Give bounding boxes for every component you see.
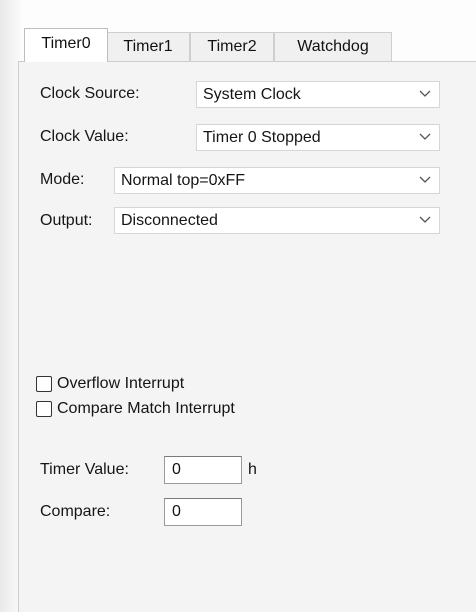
tab-timer2[interactable]: Timer2 — [190, 32, 274, 61]
mode-label: Mode: — [40, 171, 85, 188]
clock-value-label: Clock Value: — [40, 128, 129, 145]
compare-match-interrupt-label: Compare Match Interrupt — [57, 400, 235, 417]
tab-watchdog[interactable]: Watchdog — [274, 32, 392, 61]
tab-timer2-label: Timer2 — [207, 38, 257, 55]
chevron-down-icon — [419, 133, 431, 140]
timer-value-unit: h — [248, 461, 257, 478]
compare-text: 0 — [172, 503, 181, 520]
tab-timer1-label: Timer1 — [123, 38, 173, 55]
timer-config-window: Timer1 Timer2 Watchdog Timer0 Clock Sour… — [0, 0, 476, 612]
mode-value: Normal top=0xFF — [121, 172, 246, 189]
timer-value-input[interactable]: 0 — [164, 456, 242, 484]
chevron-down-icon — [419, 216, 431, 223]
tab-timer0[interactable]: Timer0 — [24, 28, 108, 62]
output-select[interactable]: Disconnected — [114, 207, 440, 234]
compare-match-interrupt-checkbox[interactable] — [36, 401, 52, 417]
tab-timer1[interactable]: Timer1 — [106, 32, 190, 61]
overflow-interrupt-label: Overflow Interrupt — [57, 375, 185, 392]
compare-label: Compare: — [40, 503, 111, 520]
overflow-interrupt-checkbox[interactable] — [36, 376, 52, 392]
compare-input[interactable]: 0 — [164, 498, 242, 526]
output-label: Output: — [40, 212, 93, 229]
timer-value-label: Timer Value: — [40, 461, 129, 478]
chevron-down-icon — [419, 176, 431, 183]
output-value: Disconnected — [121, 212, 218, 229]
tab-timer0-label: Timer0 — [41, 35, 91, 52]
tab-watchdog-label: Watchdog — [297, 38, 369, 55]
chevron-down-icon — [419, 90, 431, 97]
clock-source-value: System Clock — [203, 86, 301, 103]
mode-select[interactable]: Normal top=0xFF — [114, 167, 440, 194]
clock-value-select[interactable]: Timer 0 Stopped — [196, 124, 440, 151]
clock-value-value: Timer 0 Stopped — [203, 129, 321, 146]
clock-source-select[interactable]: System Clock — [196, 81, 440, 108]
clock-source-label: Clock Source: — [40, 85, 140, 102]
timer-value-text: 0 — [172, 461, 181, 478]
